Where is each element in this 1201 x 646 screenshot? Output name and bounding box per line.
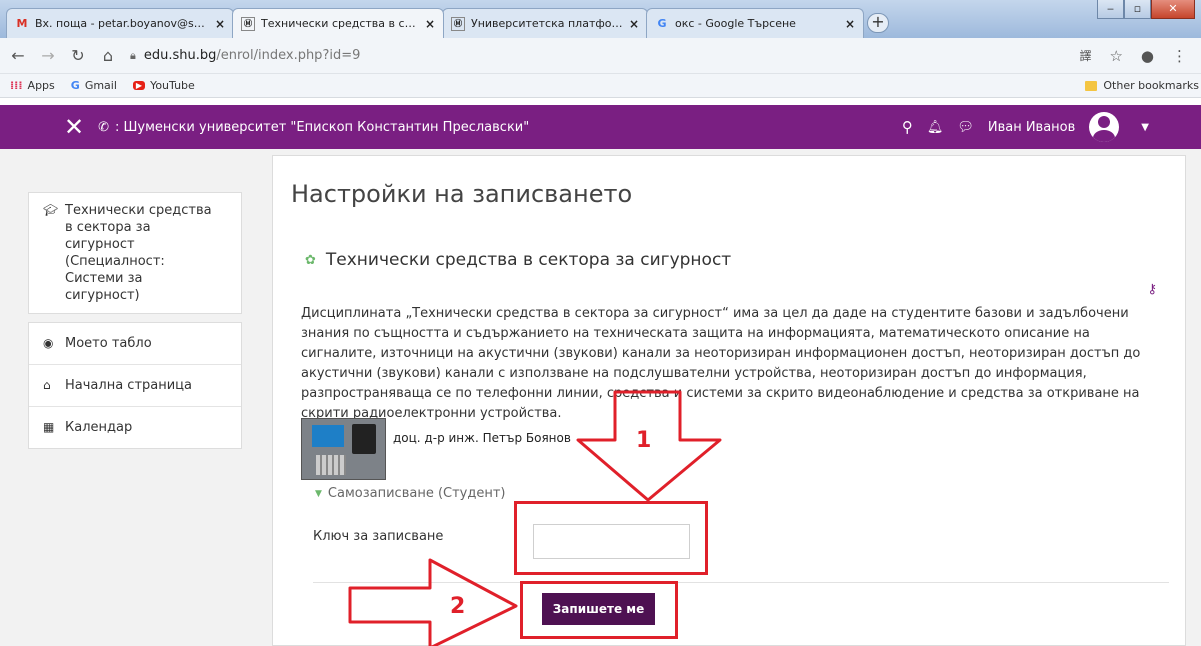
enrolment-key-label: Ключ за записване: [313, 529, 444, 544]
close-tab-icon[interactable]: ×: [845, 17, 855, 31]
enrolment-key-icon: ⚷: [1147, 282, 1157, 297]
teacher-name[interactable]: доц. д-р инж. Петър Боянов: [393, 431, 571, 445]
close-window-icon[interactable]: ✕: [1151, 0, 1195, 19]
bookmark-apps[interactable]: ⁞⁞⁞ Apps: [10, 79, 55, 92]
bookmark-youtube[interactable]: ▶ YouTube: [132, 79, 195, 92]
youtube-icon: ▶: [132, 81, 146, 90]
browser-toolbar: ← → ↻ ⌂ 🔒︎ edu.shu.bg/enrol/index.php?id…: [0, 38, 1201, 74]
apps-grid-icon: ⁞⁞⁞: [10, 79, 23, 92]
home-icon[interactable]: ⌂: [100, 46, 116, 65]
divider: [313, 582, 1169, 583]
graduation-cap-icon: 🎓︎: [43, 203, 59, 217]
sidebar-nav-block: ◉ Моето табло ⌂ Начална страница ▦ Кален…: [28, 322, 242, 449]
sidebar-item-dashboard[interactable]: ◉ Моето табло: [29, 323, 241, 365]
course-summary: Дисциплината „Технически средства в сект…: [301, 306, 1141, 421]
browser-tabstrip: M Вх. поща - petar.boyanov@shu.b × Ⓜ Тех…: [0, 0, 1201, 38]
chevron-down-icon[interactable]: ▼: [1141, 122, 1149, 133]
bell-icon[interactable]: 🔔︎: [927, 120, 944, 135]
tab-course[interactable]: Ⓜ Технически средства в сектора ×: [232, 8, 444, 38]
tab-platform[interactable]: Ⓜ Университетска платформа за с ×: [442, 8, 648, 38]
tab-google[interactable]: G окс - Google Търсене ×: [646, 8, 864, 38]
home-icon: ⌂: [43, 378, 51, 392]
profile-icon[interactable]: ●: [1141, 47, 1154, 65]
page-title: Настройки на записването: [291, 180, 633, 208]
window-controls: ‒ ▫ ✕: [1097, 0, 1195, 19]
site-name[interactable]: : Шуменски университет "Епископ Констант…: [115, 120, 529, 135]
enrolment-key-input[interactable]: [533, 524, 690, 559]
bookmark-gmail[interactable]: G Gmail: [71, 79, 117, 92]
course-image: [301, 418, 386, 480]
gmail-icon: M: [16, 17, 28, 30]
site-navbar: ✕ ✆ : Шуменски университет "Епископ Конс…: [0, 105, 1201, 149]
close-drawer-icon[interactable]: ✕: [64, 113, 84, 141]
main-content: Настройки на записването ✿ Технически ср…: [272, 155, 1186, 646]
calendar-icon: ▦: [43, 420, 55, 434]
chat-icon[interactable]: 💬︎: [957, 120, 974, 135]
sidebar-item-calendar[interactable]: ▦ Календар: [29, 407, 241, 448]
moodle-icon: Ⓜ: [451, 16, 465, 31]
translate-icon[interactable]: 譯: [1079, 47, 1091, 64]
nav-drawer: 🎓︎ Технически средства в сектора за сигу…: [28, 192, 242, 449]
enrol-me-button[interactable]: Запишете ме: [542, 593, 655, 625]
lock-icon: 🔒︎: [130, 48, 136, 62]
reload-icon[interactable]: ↻: [70, 46, 86, 65]
star-icon[interactable]: ☆: [1109, 47, 1122, 65]
google-icon: G: [70, 79, 80, 92]
sidebar-item-home[interactable]: ⌂ Начална страница: [29, 365, 241, 407]
close-tab-icon[interactable]: ×: [629, 17, 639, 31]
address-bar[interactable]: 🔒︎ edu.shu.bg/enrol/index.php?id=9: [130, 43, 1079, 69]
menu-icon[interactable]: ⋮: [1172, 47, 1187, 65]
avatar[interactable]: [1089, 112, 1120, 142]
course-title[interactable]: ✿ Технически средства в сектора за сигур…: [305, 250, 731, 270]
other-bookmarks[interactable]: Other bookmarks: [1085, 79, 1199, 92]
dashboard-icon: ◉: [43, 336, 54, 350]
new-tab-button[interactable]: +: [867, 13, 889, 33]
minimize-icon[interactable]: ‒: [1097, 0, 1124, 19]
google-icon: G: [657, 17, 667, 30]
self-enrolment-section[interactable]: ▼ Самозаписване (Студент): [315, 486, 506, 501]
maximize-icon[interactable]: ▫: [1124, 0, 1151, 19]
tab-gmail[interactable]: M Вх. поща - petar.boyanov@shu.b ×: [6, 8, 234, 38]
back-icon[interactable]: ←: [10, 46, 26, 65]
phone-icon: ✆: [98, 119, 110, 135]
forward-icon[interactable]: →: [40, 46, 56, 65]
collapse-triangle-icon: ▼: [315, 488, 322, 499]
bookmarks-bar: ⁞⁞⁞ Apps G Gmail ▶ YouTube Other bookmar…: [0, 74, 1201, 98]
close-tab-icon[interactable]: ×: [215, 17, 225, 31]
folder-icon: [1085, 80, 1098, 91]
search-icon[interactable]: ⚲: [902, 118, 913, 136]
course-icon: ✿: [305, 252, 316, 268]
sidebar-course-block: 🎓︎ Технически средства в сектора за сигу…: [28, 192, 242, 314]
moodle-icon: Ⓜ: [241, 16, 255, 31]
user-name[interactable]: Иван Иванов: [988, 120, 1075, 135]
sidebar-item-course[interactable]: 🎓︎ Технически средства в сектора за сигу…: [29, 193, 241, 313]
close-tab-icon[interactable]: ×: [425, 17, 435, 31]
